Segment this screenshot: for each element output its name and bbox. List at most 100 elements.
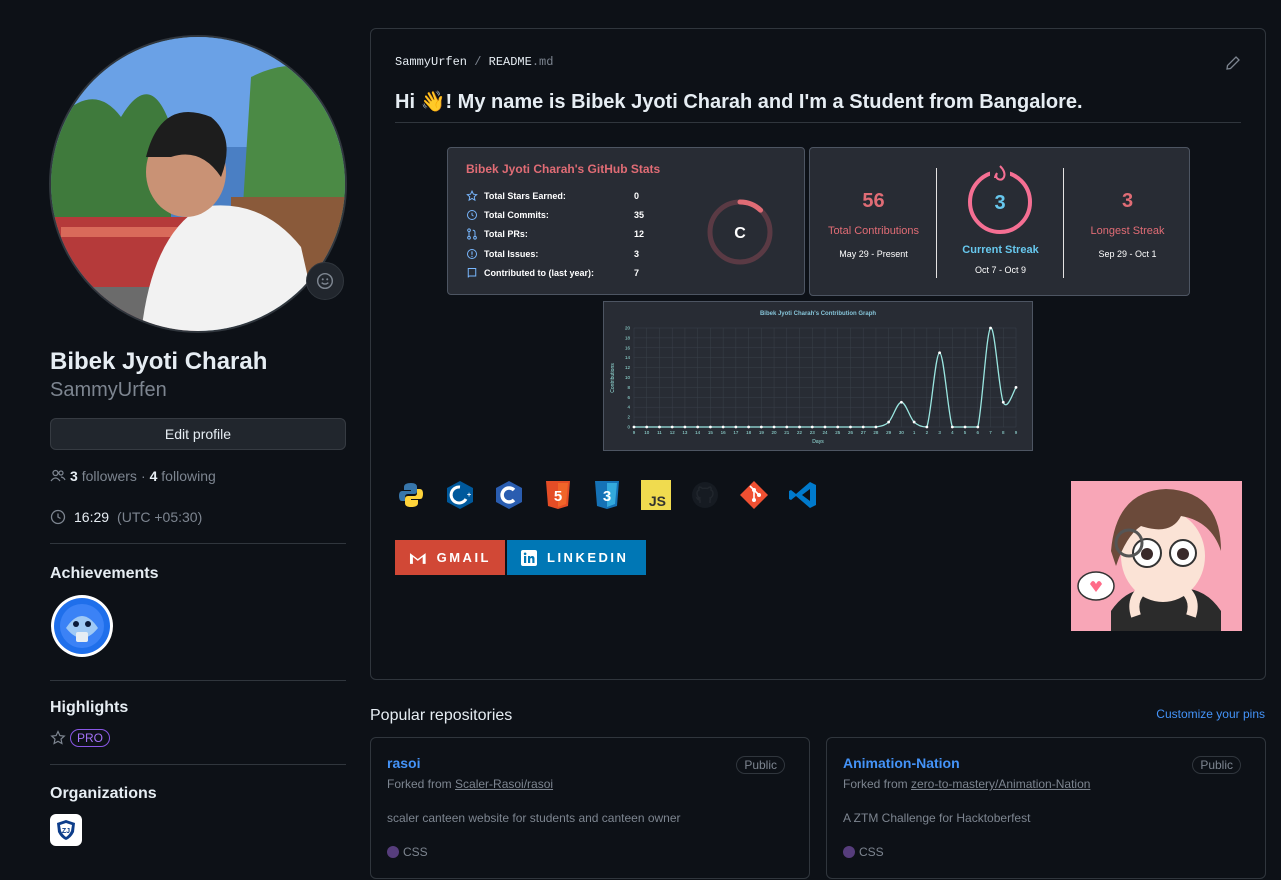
fork-info: Forked from Scaler-Rasoi/rasoi bbox=[387, 777, 554, 791]
svg-text:ZJ: ZJ bbox=[62, 828, 70, 835]
x-tick-label: 16 bbox=[721, 430, 727, 435]
pencil-icon bbox=[1226, 56, 1240, 70]
x-tick-label: 2 bbox=[926, 430, 929, 435]
customize-pins-link[interactable]: Customize your pins bbox=[1156, 707, 1265, 721]
current-streak: 3 Current Streak Oct 7 - Oct 9 bbox=[937, 148, 1064, 297]
data-point bbox=[938, 351, 941, 355]
html5-icon: 5 bbox=[542, 479, 574, 511]
set-status-button[interactable] bbox=[306, 262, 344, 300]
pro-badge: PRO bbox=[70, 729, 111, 747]
repo-description: scaler canteen website for students and … bbox=[387, 811, 681, 825]
y-tick-label: 4 bbox=[627, 405, 630, 410]
data-point bbox=[632, 425, 636, 429]
tech-stack: + 5 3 JS bbox=[395, 479, 819, 511]
contact-badges: GMAIL LINKEDIN bbox=[395, 540, 646, 575]
stats-title: Bibek Jyoti Charah's GitHub Stats bbox=[466, 162, 661, 176]
repo-name-link[interactable]: Animation-Nation bbox=[843, 755, 960, 771]
data-point bbox=[709, 425, 712, 429]
anime-illustration bbox=[1071, 481, 1242, 631]
x-tick-label: 9 bbox=[1015, 430, 1018, 435]
y-tick-label: 12 bbox=[625, 365, 631, 370]
profile-name: Bibek Jyoti Charah bbox=[50, 348, 268, 375]
x-tick-label: 29 bbox=[886, 430, 892, 435]
pro-highlight: PRO bbox=[50, 729, 111, 747]
visibility-badge: Public bbox=[1192, 756, 1241, 774]
organizations-heading: Organizations bbox=[50, 785, 157, 802]
readme-card: SammyUrfen / README.md Hi 👋! My name is … bbox=[370, 28, 1266, 680]
python-icon bbox=[395, 479, 427, 511]
svg-text:+: + bbox=[467, 492, 471, 499]
history-icon bbox=[467, 210, 477, 220]
y-tick-label: 18 bbox=[625, 335, 631, 340]
stat-row: Contributed to (last year): 7 bbox=[466, 267, 664, 279]
edit-readme-button[interactable] bbox=[1225, 55, 1241, 76]
x-tick-label: 4 bbox=[951, 430, 954, 435]
people-icon bbox=[50, 469, 66, 482]
repo-description: A ZTM Challenge for Hacktoberfest bbox=[843, 811, 1031, 825]
data-point bbox=[658, 425, 661, 429]
repo-language: CSS bbox=[387, 845, 428, 859]
css3-icon: 3 bbox=[591, 479, 623, 511]
gmail-badge[interactable]: GMAIL bbox=[395, 540, 505, 575]
star-icon bbox=[466, 190, 478, 202]
x-tick-label: 26 bbox=[848, 430, 854, 435]
repo-language: CSS bbox=[843, 845, 884, 859]
data-point bbox=[670, 425, 674, 429]
organization-avatar[interactable]: ZJ bbox=[50, 814, 82, 846]
y-tick-label: 16 bbox=[625, 345, 631, 350]
star-icon bbox=[50, 730, 66, 745]
x-tick-label: 8 bbox=[1002, 430, 1005, 435]
achievements-heading[interactable]: Achievements bbox=[50, 565, 159, 583]
x-tick-label: 21 bbox=[784, 430, 790, 435]
waving-hand-icon: 👋 bbox=[420, 91, 446, 113]
fork-source-link[interactable]: zero-to-mastery/Animation-Nation bbox=[911, 777, 1090, 791]
x-tick-label: 17 bbox=[733, 430, 739, 435]
stat-row: Total Stars Earned: 0 bbox=[466, 190, 664, 202]
contribution-chart: Bibek Jyoti Charah's Contribution Graph … bbox=[610, 311, 1018, 445]
grade-letter: C bbox=[734, 225, 746, 242]
data-point bbox=[798, 425, 801, 429]
data-point bbox=[900, 400, 903, 404]
data-point bbox=[734, 425, 738, 429]
chart-title: Bibek Jyoti Charah's Contribution Graph bbox=[760, 311, 876, 317]
achievement-badge[interactable] bbox=[50, 594, 114, 658]
readme-owner-link[interactable]: SammyUrfen bbox=[395, 55, 467, 69]
repo-name-link[interactable]: rasoi bbox=[387, 755, 420, 771]
edit-profile-button[interactable]: Edit profile bbox=[50, 418, 346, 450]
x-tick-label: 22 bbox=[797, 430, 803, 435]
data-point bbox=[645, 425, 649, 429]
longest-streak: 3 Longest Streak Sep 29 - Oct 1 bbox=[1090, 190, 1165, 259]
stat-row: Total Commits: 35 bbox=[466, 209, 664, 221]
fork-source-link[interactable]: Scaler-Rasoi/rasoi bbox=[455, 777, 553, 791]
highlights-heading: Highlights bbox=[50, 699, 129, 716]
language-color-dot bbox=[387, 846, 399, 858]
data-point bbox=[874, 425, 878, 429]
followers-link[interactable]: 3 followers bbox=[70, 468, 137, 484]
data-point bbox=[721, 425, 725, 429]
following-link[interactable]: 4 following bbox=[150, 468, 216, 484]
data-point bbox=[925, 425, 929, 429]
stat-row: Total PRs: 12 bbox=[466, 228, 664, 240]
x-tick-label: 3 bbox=[938, 430, 941, 435]
stat-row: Total Issues: 3 bbox=[466, 248, 664, 260]
x-tick-label: 12 bbox=[670, 430, 676, 435]
profile-login: SammyUrfen bbox=[50, 379, 167, 401]
x-tick-label: 18 bbox=[746, 430, 752, 435]
x-tick-label: 20 bbox=[772, 430, 778, 435]
total-contributions: 56 Total Contributions May 29 - Present bbox=[827, 190, 920, 259]
data-point bbox=[683, 425, 687, 429]
issue-icon bbox=[467, 249, 477, 259]
data-point bbox=[861, 425, 865, 429]
visibility-badge: Public bbox=[736, 756, 785, 774]
profile-avatar[interactable] bbox=[49, 35, 347, 333]
x-tick-label: 6 bbox=[977, 430, 980, 435]
divider bbox=[50, 764, 346, 765]
linkedin-badge[interactable]: LINKEDIN bbox=[507, 540, 646, 575]
data-point bbox=[1014, 386, 1018, 389]
vscode-icon bbox=[787, 479, 819, 511]
x-tick-label: 5 bbox=[964, 430, 967, 435]
repo-icon bbox=[467, 268, 477, 278]
svg-text:JS: JS bbox=[649, 493, 666, 509]
x-tick-label: 15 bbox=[708, 430, 714, 435]
x-tick-label: 25 bbox=[835, 430, 841, 435]
